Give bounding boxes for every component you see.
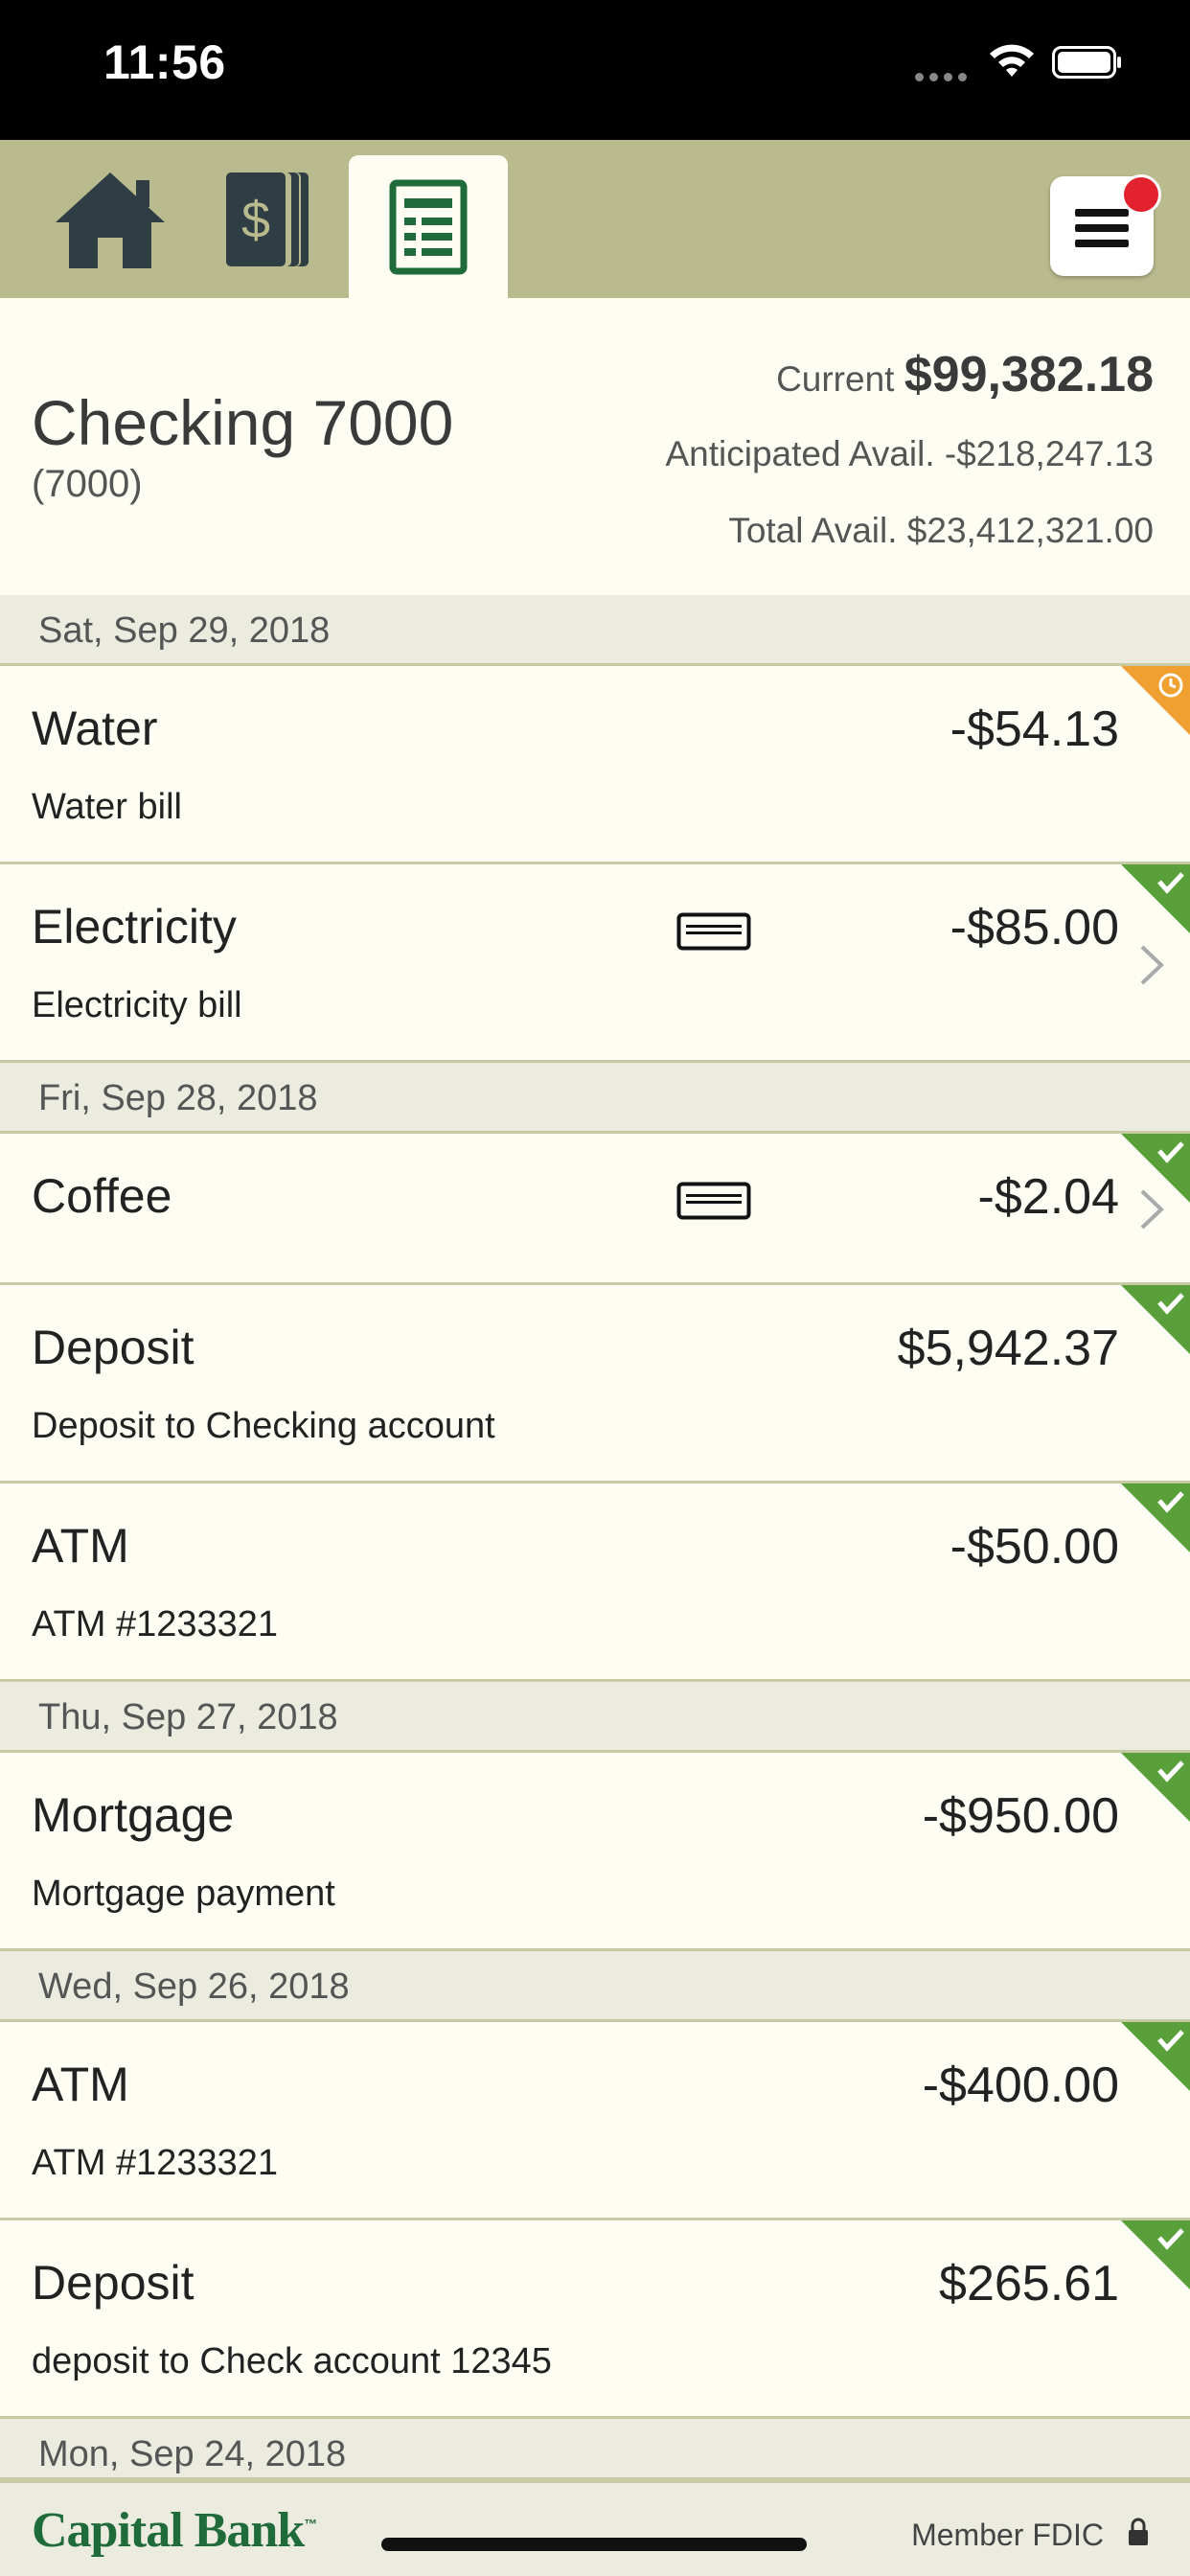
date-header-label: Mon, Sep 24, 2018: [38, 2434, 347, 2474]
transaction-amount: $5,942.37: [897, 1321, 1119, 1376]
account-number: (7000): [32, 463, 143, 505]
tab-accounts[interactable]: $: [211, 140, 326, 298]
register-icon: [389, 179, 468, 274]
member-fdic: Member FDIC: [911, 2518, 1104, 2552]
transaction-amount: -$54.13: [950, 702, 1119, 757]
cleared-check-icon: [1121, 1285, 1190, 1354]
top-nav-bar: $: [0, 140, 1190, 298]
transaction-amount: -$950.00: [922, 1788, 1119, 1844]
cleared-check-icon: [1121, 1134, 1190, 1203]
transaction-name: Mortgage: [32, 1788, 235, 1842]
transaction-name: Electricity: [32, 900, 237, 954]
trademark-mark: ™: [304, 2516, 317, 2532]
cleared-check-icon: [1121, 1484, 1190, 1552]
svg-text:$: $: [241, 192, 270, 249]
transaction-description: deposit to Check account 12345: [32, 2341, 552, 2381]
anticipated-balance-label: Anticipated Avail.: [665, 434, 935, 473]
hamburger-menu-icon: [1075, 209, 1129, 217]
transaction-description: Electricity bill: [32, 985, 242, 1025]
hamburger-line: [1075, 224, 1129, 232]
home-icon: [56, 172, 165, 268]
transaction-name: ATM: [32, 1519, 129, 1573]
bank-logo: Capital Bank™: [32, 2502, 317, 2559]
status-bar: 11:56: [0, 0, 1190, 140]
total-available-balance: Total Avail. $23,412,321.00: [728, 511, 1154, 551]
bank-logo-text: Capital Bank: [32, 2503, 305, 2558]
home-indicator[interactable]: [381, 2538, 807, 2551]
current-balance: Current $99,382.18: [776, 346, 1154, 403]
card-icon: [676, 912, 751, 951]
tab-home[interactable]: [38, 140, 182, 298]
card-icon: [676, 1182, 751, 1220]
anticipated-balance: Anticipated Avail. -$218,247.13: [666, 434, 1155, 474]
date-header: Mon, Sep 24, 2018: [0, 2419, 1190, 2480]
date-header-label: Sat, Sep 29, 2018: [38, 610, 331, 651]
transaction-row[interactable]: ATM ATM #1233321 -$400.00: [0, 2022, 1190, 2220]
cleared-check-icon: [1121, 864, 1190, 933]
transaction-name: Deposit: [32, 2256, 195, 2310]
transaction-name: Deposit: [32, 1321, 195, 1374]
transaction-row[interactable]: Coffee -$2.04: [0, 1134, 1190, 1285]
account-name: Checking 7000: [32, 387, 454, 458]
transaction-amount: -$85.00: [950, 900, 1119, 955]
date-header: Wed, Sep 26, 2018: [0, 1951, 1190, 2022]
date-header: Thu, Sep 27, 2018: [0, 1682, 1190, 1753]
chevron-right-icon[interactable]: [1136, 941, 1167, 989]
transaction-description: ATM #1233321: [32, 2143, 279, 2183]
total-available-label: Total Avail.: [728, 511, 898, 550]
status-time: 11:56: [103, 35, 226, 89]
wifi-icon: [990, 44, 1034, 77]
lock-icon: [1129, 2518, 1148, 2545]
transaction-row[interactable]: ATM ATM #1233321 -$50.00: [0, 1484, 1190, 1682]
signal-dots-icon: [915, 69, 973, 81]
transaction-description: Water bill: [32, 787, 182, 827]
transaction-row[interactable]: Deposit deposit to Check account 12345 $…: [0, 2220, 1190, 2419]
anticipated-balance-value: -$218,247.13: [944, 434, 1154, 473]
tab-register[interactable]: [349, 155, 508, 298]
cleared-check-icon: [1121, 2022, 1190, 2091]
date-header: Sat, Sep 29, 2018: [0, 595, 1190, 666]
footer-bar: Capital Bank™ Member FDIC: [0, 2480, 1190, 2576]
cleared-check-icon: [1121, 2220, 1190, 2289]
transaction-description: Mortgage payment: [32, 1874, 335, 1914]
transaction-name: Water: [32, 702, 158, 755]
cleared-check-icon: [1121, 1753, 1190, 1822]
hamburger-line: [1075, 240, 1129, 247]
transaction-row[interactable]: Deposit Deposit to Checking account $5,9…: [0, 1285, 1190, 1484]
transaction-amount: -$2.04: [977, 1169, 1119, 1225]
accounts-icon: $: [226, 172, 309, 266]
transaction-amount: -$400.00: [922, 2058, 1119, 2113]
date-header-label: Thu, Sep 27, 2018: [38, 1697, 338, 1737]
pending-clock-icon: [1121, 666, 1190, 735]
transaction-row[interactable]: Water Water bill -$54.13: [0, 666, 1190, 864]
transaction-amount: $265.61: [939, 2256, 1119, 2312]
notification-badge: [1121, 174, 1161, 215]
transaction-row[interactable]: Mortgage Mortgage payment -$950.00: [0, 1753, 1190, 1951]
account-header: Checking 7000 (7000) Current $99,382.18 …: [0, 298, 1190, 595]
total-available-value: $23,412,321.00: [906, 511, 1154, 550]
transaction-list[interactable]: Sat, Sep 29, 2018 Water Water bill -$54.…: [0, 595, 1190, 2480]
transaction-name: Coffee: [32, 1169, 172, 1223]
battery-icon: [1052, 46, 1121, 79]
current-balance-value: $99,382.18: [904, 347, 1154, 402]
date-header-label: Wed, Sep 26, 2018: [38, 1966, 350, 2007]
date-header-label: Fri, Sep 28, 2018: [38, 1078, 318, 1118]
transaction-name: ATM: [32, 2058, 129, 2111]
transaction-amount: -$50.00: [950, 1519, 1119, 1575]
transaction-description: ATM #1233321: [32, 1604, 279, 1644]
transaction-description: Deposit to Checking account: [32, 1406, 495, 1446]
date-header: Fri, Sep 28, 2018: [0, 1063, 1190, 1134]
transaction-row[interactable]: Electricity Electricity bill -$85.00: [0, 864, 1190, 1063]
current-balance-label: Current: [776, 359, 895, 399]
